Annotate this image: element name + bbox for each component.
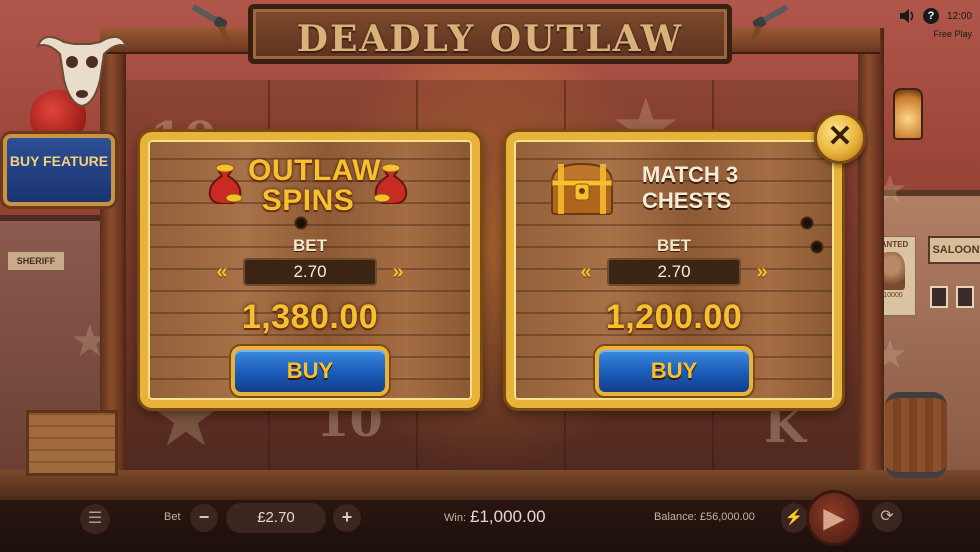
bet-selector: « 2.70 »	[148, 258, 472, 286]
balance-display: Balance: £56,000.00	[654, 511, 755, 523]
decrease-bet-button[interactable]: «	[571, 260, 601, 284]
treasure-chest-icon	[550, 162, 614, 215]
cattle-skull-icon	[36, 35, 128, 108]
lantern-icon	[893, 88, 923, 140]
help-icon[interactable]: ?	[922, 8, 939, 24]
bullet-hole-icon	[800, 216, 814, 230]
system-controls: ? 12:00	[899, 6, 972, 26]
play-mode-label: Free Play	[933, 29, 972, 39]
sheriff-sign: SHERIFF	[8, 252, 64, 270]
bet-increase-button[interactable]: +	[333, 504, 361, 532]
feature-price: 1,200.00	[605, 298, 743, 336]
feature-price: 1,380.00	[241, 298, 379, 336]
barrel	[885, 392, 947, 478]
wooden-post-right	[858, 28, 884, 508]
saloon-sign: SALOON	[928, 236, 980, 264]
saloon-window	[930, 286, 948, 308]
turbo-icon[interactable]: ⚡	[781, 503, 807, 533]
game-title: DEADLY OUTLAW	[296, 18, 684, 60]
spin-button[interactable]: ▶	[806, 490, 862, 546]
increase-bet-button[interactable]: »	[383, 260, 413, 284]
match-3-chests-title: MATCH 3 CHESTS	[642, 162, 739, 213]
bet-value: 2.70	[607, 258, 741, 286]
bet-decrease-button[interactable]: −	[190, 504, 218, 532]
buy-match-3-chests-button[interactable]: BUY	[595, 346, 753, 396]
decrease-bet-button[interactable]: «	[207, 260, 237, 284]
close-icon[interactable]: ✕	[814, 112, 866, 164]
win-amount: £1,000.00	[470, 507, 546, 526]
bullet-hole-icon	[294, 216, 308, 230]
money-bag-icon	[208, 163, 243, 204]
bet-label: Bet	[164, 511, 181, 523]
bet-value: 2.70	[243, 258, 377, 286]
game-title-sign: DEADLY OUTLAW	[248, 4, 732, 64]
win-label: Win:	[444, 512, 466, 524]
buy-feature-button[interactable]: BUY FEATURE	[3, 134, 115, 206]
increase-bet-button[interactable]: »	[747, 260, 777, 284]
outlaw-spins-title: OUTLAW SPINS	[248, 154, 381, 217]
match-3-chests-panel: MATCH 3 CHESTS BET « 2.70 » 1,200.00 BUY	[506, 132, 842, 408]
buy-outlaw-spins-button[interactable]: BUY	[231, 346, 389, 396]
bet-amount-display[interactable]: £2.70	[226, 503, 326, 533]
bet-selector: « 2.70 »	[514, 258, 834, 286]
dynamite-crate	[26, 410, 118, 476]
bet-label: BET	[657, 236, 691, 255]
outlaw-spins-panel: OUTLAW SPINS BET « 2.70 » 1,380.00 BUY	[140, 132, 480, 408]
menu-icon[interactable]: ☰	[80, 504, 110, 534]
saloon-window	[956, 286, 974, 308]
autoplay-icon[interactable]: ⟳	[872, 502, 902, 532]
bet-label: BET	[293, 236, 327, 255]
sound-icon[interactable]	[899, 9, 915, 23]
clock: 12:00	[946, 10, 972, 22]
